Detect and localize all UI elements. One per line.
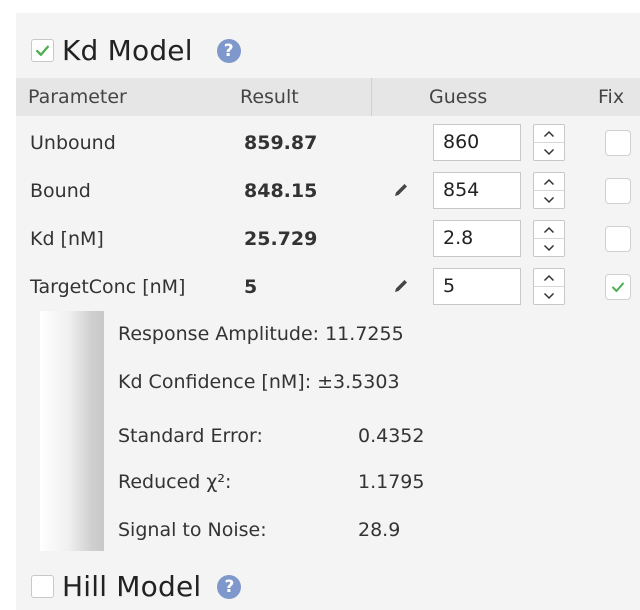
table-row: Kd [nM] 25.729 2.8 xyxy=(16,219,640,259)
table-row: Unbound 859.87 860 xyxy=(16,123,640,163)
kd-model-title: Kd Model xyxy=(62,34,193,67)
column-divider xyxy=(371,78,372,116)
table-row: Bound 848.15 854 xyxy=(16,171,640,211)
chevron-up-icon[interactable] xyxy=(534,173,564,191)
chevron-down-icon[interactable] xyxy=(534,239,564,256)
reduced-chi2-label: Reduced χ²: xyxy=(118,471,232,493)
parameter-table-header: Parameter Result Guess Fix xyxy=(16,78,640,116)
checkmark-icon xyxy=(36,45,49,56)
fix-checkbox[interactable] xyxy=(605,178,631,204)
kd-confidence-text: Kd Confidence [nM]: ±3.5303 xyxy=(118,371,400,393)
standard-error-value: 0.4352 xyxy=(358,425,425,447)
parameter-result: 5 xyxy=(244,276,258,298)
hill-model-title: Hill Model xyxy=(62,570,202,603)
hill-model-checkbox[interactable] xyxy=(31,575,54,598)
fix-checkbox[interactable] xyxy=(605,130,631,156)
guess-input[interactable]: 860 xyxy=(433,124,521,161)
chevron-up-icon[interactable] xyxy=(534,125,564,143)
parameter-name: TargetConc [nM] xyxy=(30,276,186,298)
parameter-name: Kd [nM] xyxy=(30,228,104,250)
stats-gradient-bar xyxy=(40,311,104,551)
parameter-name: Unbound xyxy=(30,132,116,154)
guess-input[interactable]: 5 xyxy=(433,268,521,305)
guess-spinner xyxy=(533,268,565,305)
hill-model-header: Hill Model ? xyxy=(31,570,242,603)
pencil-icon[interactable] xyxy=(392,181,410,199)
guess-spinner xyxy=(533,172,565,209)
chevron-up-icon[interactable] xyxy=(534,269,564,287)
reduced-chi2-value: 1.1795 xyxy=(358,471,425,493)
response-amplitude-text: Response Amplitude: 11.7255 xyxy=(118,323,404,345)
standard-error-label: Standard Error: xyxy=(118,425,263,447)
chevron-up-icon[interactable] xyxy=(534,221,564,239)
guess-spinner xyxy=(533,220,565,257)
checkmark-icon xyxy=(612,282,624,292)
pencil-icon[interactable] xyxy=(392,277,410,295)
parameter-result: 859.87 xyxy=(244,132,318,154)
parameter-name: Bound xyxy=(30,180,91,202)
guess-input[interactable]: 2.8 xyxy=(433,220,521,257)
column-header-fix: Fix xyxy=(598,86,625,108)
fix-checkbox[interactable] xyxy=(605,226,631,252)
table-row: TargetConc [nM] 5 5 xyxy=(16,267,640,307)
help-icon[interactable]: ? xyxy=(216,38,241,63)
kd-model-header: Kd Model ? xyxy=(31,34,241,67)
chevron-down-icon[interactable] xyxy=(534,143,564,160)
signal-to-noise-value: 28.9 xyxy=(358,519,401,541)
column-header-result: Result xyxy=(240,86,299,108)
fix-checkbox[interactable] xyxy=(605,274,631,300)
chevron-down-icon[interactable] xyxy=(534,287,564,304)
parameter-result: 25.729 xyxy=(244,228,318,250)
help-icon[interactable]: ? xyxy=(217,574,242,599)
guess-spinner xyxy=(533,124,565,161)
guess-input[interactable]: 854 xyxy=(433,172,521,209)
signal-to-noise-label: Signal to Noise: xyxy=(118,519,267,541)
column-header-guess: Guess xyxy=(429,86,488,108)
parameter-result: 848.15 xyxy=(244,180,318,202)
chevron-down-icon[interactable] xyxy=(534,191,564,208)
column-header-parameter: Parameter xyxy=(28,86,127,108)
kd-model-checkbox[interactable] xyxy=(31,39,54,62)
